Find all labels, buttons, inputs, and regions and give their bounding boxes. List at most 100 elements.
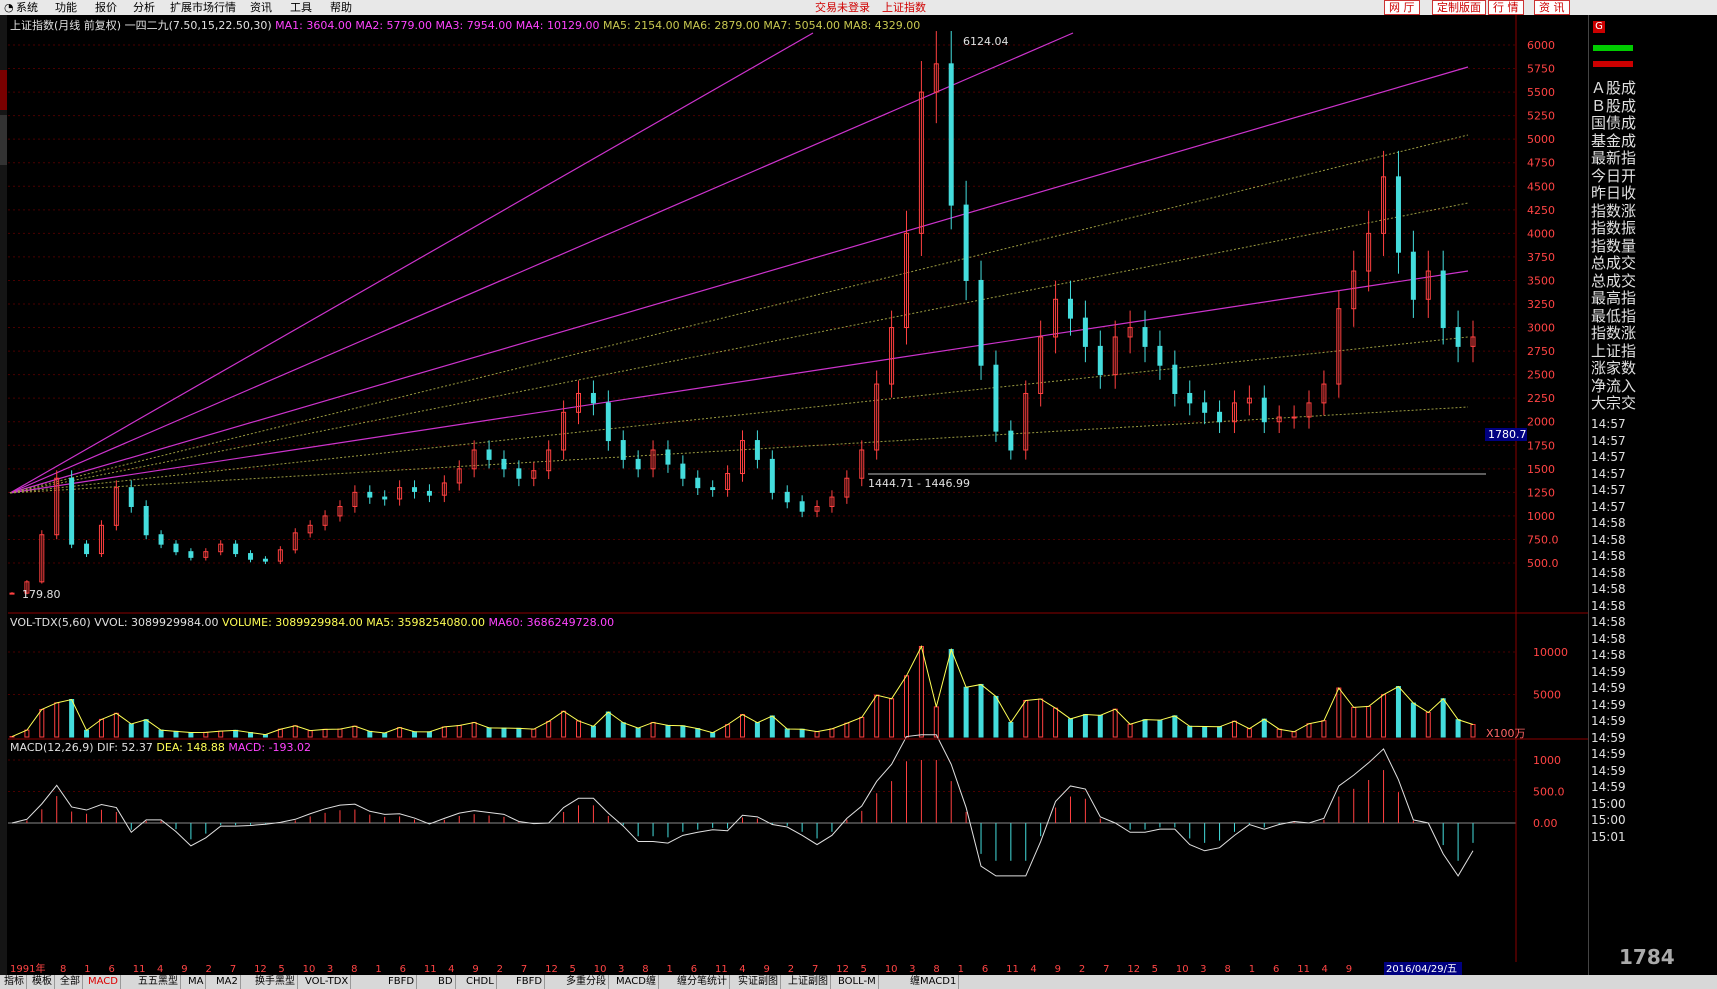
indicator-tab[interactable]: FBFD [514, 975, 546, 989]
indicator-tab[interactable]: 缠分笔统计 [675, 975, 730, 989]
volume-tick-label: 5000 [1533, 689, 1561, 702]
macd-legend-item-1: DEA: 148.88 [152, 741, 225, 754]
watermark: 1784 [1619, 945, 1675, 969]
candle-body [590, 392, 596, 404]
volume-bar [620, 722, 626, 738]
indicator-tab[interactable]: 换手黑型 [253, 975, 298, 989]
custom-layout-button[interactable]: 定制版面 [1432, 0, 1486, 15]
price-tick-label: 3750 [1527, 251, 1555, 264]
date-tick-label: 8 [1224, 964, 1230, 975]
volume-bar [1381, 694, 1387, 738]
menu-analysis[interactable]: 分析 [133, 0, 155, 15]
macd-legend: DIF: 52.37 DEA: 148.88 MACD: -193.02 [97, 741, 311, 754]
indicator-tab[interactable]: 指标 [2, 975, 27, 989]
date-tick-label: 12 [254, 964, 267, 975]
volume-bar [725, 724, 731, 738]
indicator-tab[interactable]: 上证副图 [786, 975, 831, 989]
volume-bar [576, 720, 582, 738]
volume-bar [695, 728, 701, 738]
volume-bar [1023, 700, 1029, 738]
price-tick-label: 4000 [1527, 227, 1555, 240]
date-tick-label: 6 [109, 964, 115, 975]
date-tick-label: 5 [278, 964, 284, 975]
tick-time: 14:58 [1591, 565, 1626, 580]
volume-bar [1127, 723, 1133, 738]
candle-body [188, 551, 194, 558]
date-tick-label: 11 [424, 964, 437, 975]
indicator-tab[interactable]: BOLL-M [836, 975, 879, 989]
volume-bar [1306, 723, 1312, 738]
news-button[interactable]: 资 讯 [1534, 0, 1570, 15]
indicator-tab[interactable]: BD [436, 975, 456, 989]
volume-bar [1038, 698, 1044, 738]
indicator-tab[interactable]: MACD [86, 975, 121, 989]
indicator-tab[interactable]: 五五黑型 [136, 975, 181, 989]
date-tick-label: 9 [764, 964, 770, 975]
fan-dotted-line [9, 406, 1469, 494]
date-tick-label: 6 [691, 964, 697, 975]
volume-bar [471, 721, 477, 738]
menu-quote[interactable]: 报价 [95, 0, 117, 15]
volume-bar [784, 728, 790, 738]
indicator-tab[interactable]: MACD缠 [614, 975, 659, 989]
candle-body [501, 458, 507, 470]
indicator-tab[interactable]: 多重分段 [564, 975, 609, 989]
indicator-tab[interactable]: 全部 [58, 975, 83, 989]
candle-body [143, 505, 149, 536]
indicator-tab[interactable]: FBFD [386, 975, 418, 989]
date-tick-label: 6 [400, 964, 406, 975]
hall-button[interactable]: 网 厅 [1384, 0, 1420, 15]
menu-tools[interactable]: 工具 [290, 0, 312, 15]
candle-body [1157, 345, 1163, 366]
date-tick-label: 1 [958, 964, 964, 975]
low-annotation: 179.80 [22, 588, 61, 601]
date-tick-label: 7 [521, 964, 527, 975]
candle-body [69, 477, 75, 545]
login-status[interactable]: 交易未登录 [815, 0, 870, 15]
indicator-tab[interactable]: 实证副图 [736, 975, 781, 989]
volume-bar [352, 725, 358, 738]
date-tick-label: 12 [545, 964, 558, 975]
indicator-tab[interactable]: MA [186, 975, 207, 989]
volume-bar [367, 730, 373, 738]
volume-bar [1246, 728, 1252, 738]
menu-system[interactable]: 系统 [16, 0, 38, 15]
tick-time: 14:57 [1591, 499, 1626, 514]
indicator-tab[interactable]: 缠MACD1 [908, 975, 960, 989]
indicator-tab[interactable]: VOL-TDX [303, 975, 352, 989]
volume-bar [1336, 687, 1342, 738]
volume-bar [113, 712, 119, 738]
quote-button[interactable]: 行 情 [1488, 0, 1524, 15]
volume-bar [84, 729, 90, 738]
candle-body [1142, 327, 1148, 347]
menu-extended-market[interactable]: 扩展市场行情 [170, 0, 236, 15]
high-annotation: 6124.04 [963, 35, 1009, 48]
candle-body [978, 279, 984, 366]
left-tab-2[interactable] [0, 115, 7, 165]
menu-function[interactable]: 功能 [55, 0, 77, 15]
tick-time: 14:59 [1591, 763, 1626, 778]
left-tab-1[interactable] [0, 70, 7, 110]
fan-line [9, 32, 1074, 494]
tick-time: 14:58 [1591, 648, 1626, 662]
chart-area[interactable]: 上证指数(月线 前复权) 一四二九(7.50,15,22.50,30) MA1:… [8, 15, 1588, 975]
indicator-tab[interactable]: CHDL [464, 975, 497, 989]
date-tick-label: 11 [1297, 964, 1310, 975]
macd-legend-item-0: DIF: 52.37 [97, 741, 153, 754]
g-badge-icon[interactable]: G [1593, 21, 1605, 33]
date-tick-label: 10 [594, 964, 607, 975]
volume-bar [173, 730, 179, 738]
date-tick-label: 12 [1127, 964, 1140, 975]
indicator-tab[interactable]: MA2 [214, 975, 241, 989]
candle-body [9, 592, 15, 595]
volume-bar [1097, 714, 1103, 738]
menu-info[interactable]: 资讯 [250, 0, 272, 15]
candle-body [1261, 397, 1267, 423]
indicator-tab-bar: 指标 模板 全部 MACD 五五黑型 MA MA2 换手黑型 VOL-TDX FBFD BD CHDL… [0, 975, 1717, 989]
volume-bar [1053, 707, 1059, 738]
menu-help[interactable]: 帮助 [330, 0, 352, 15]
candle-body [1172, 364, 1178, 394]
volume-bar [844, 722, 850, 738]
indicator-tab[interactable]: 模板 [30, 975, 55, 989]
tick-time: 14:59 [1591, 714, 1626, 728]
